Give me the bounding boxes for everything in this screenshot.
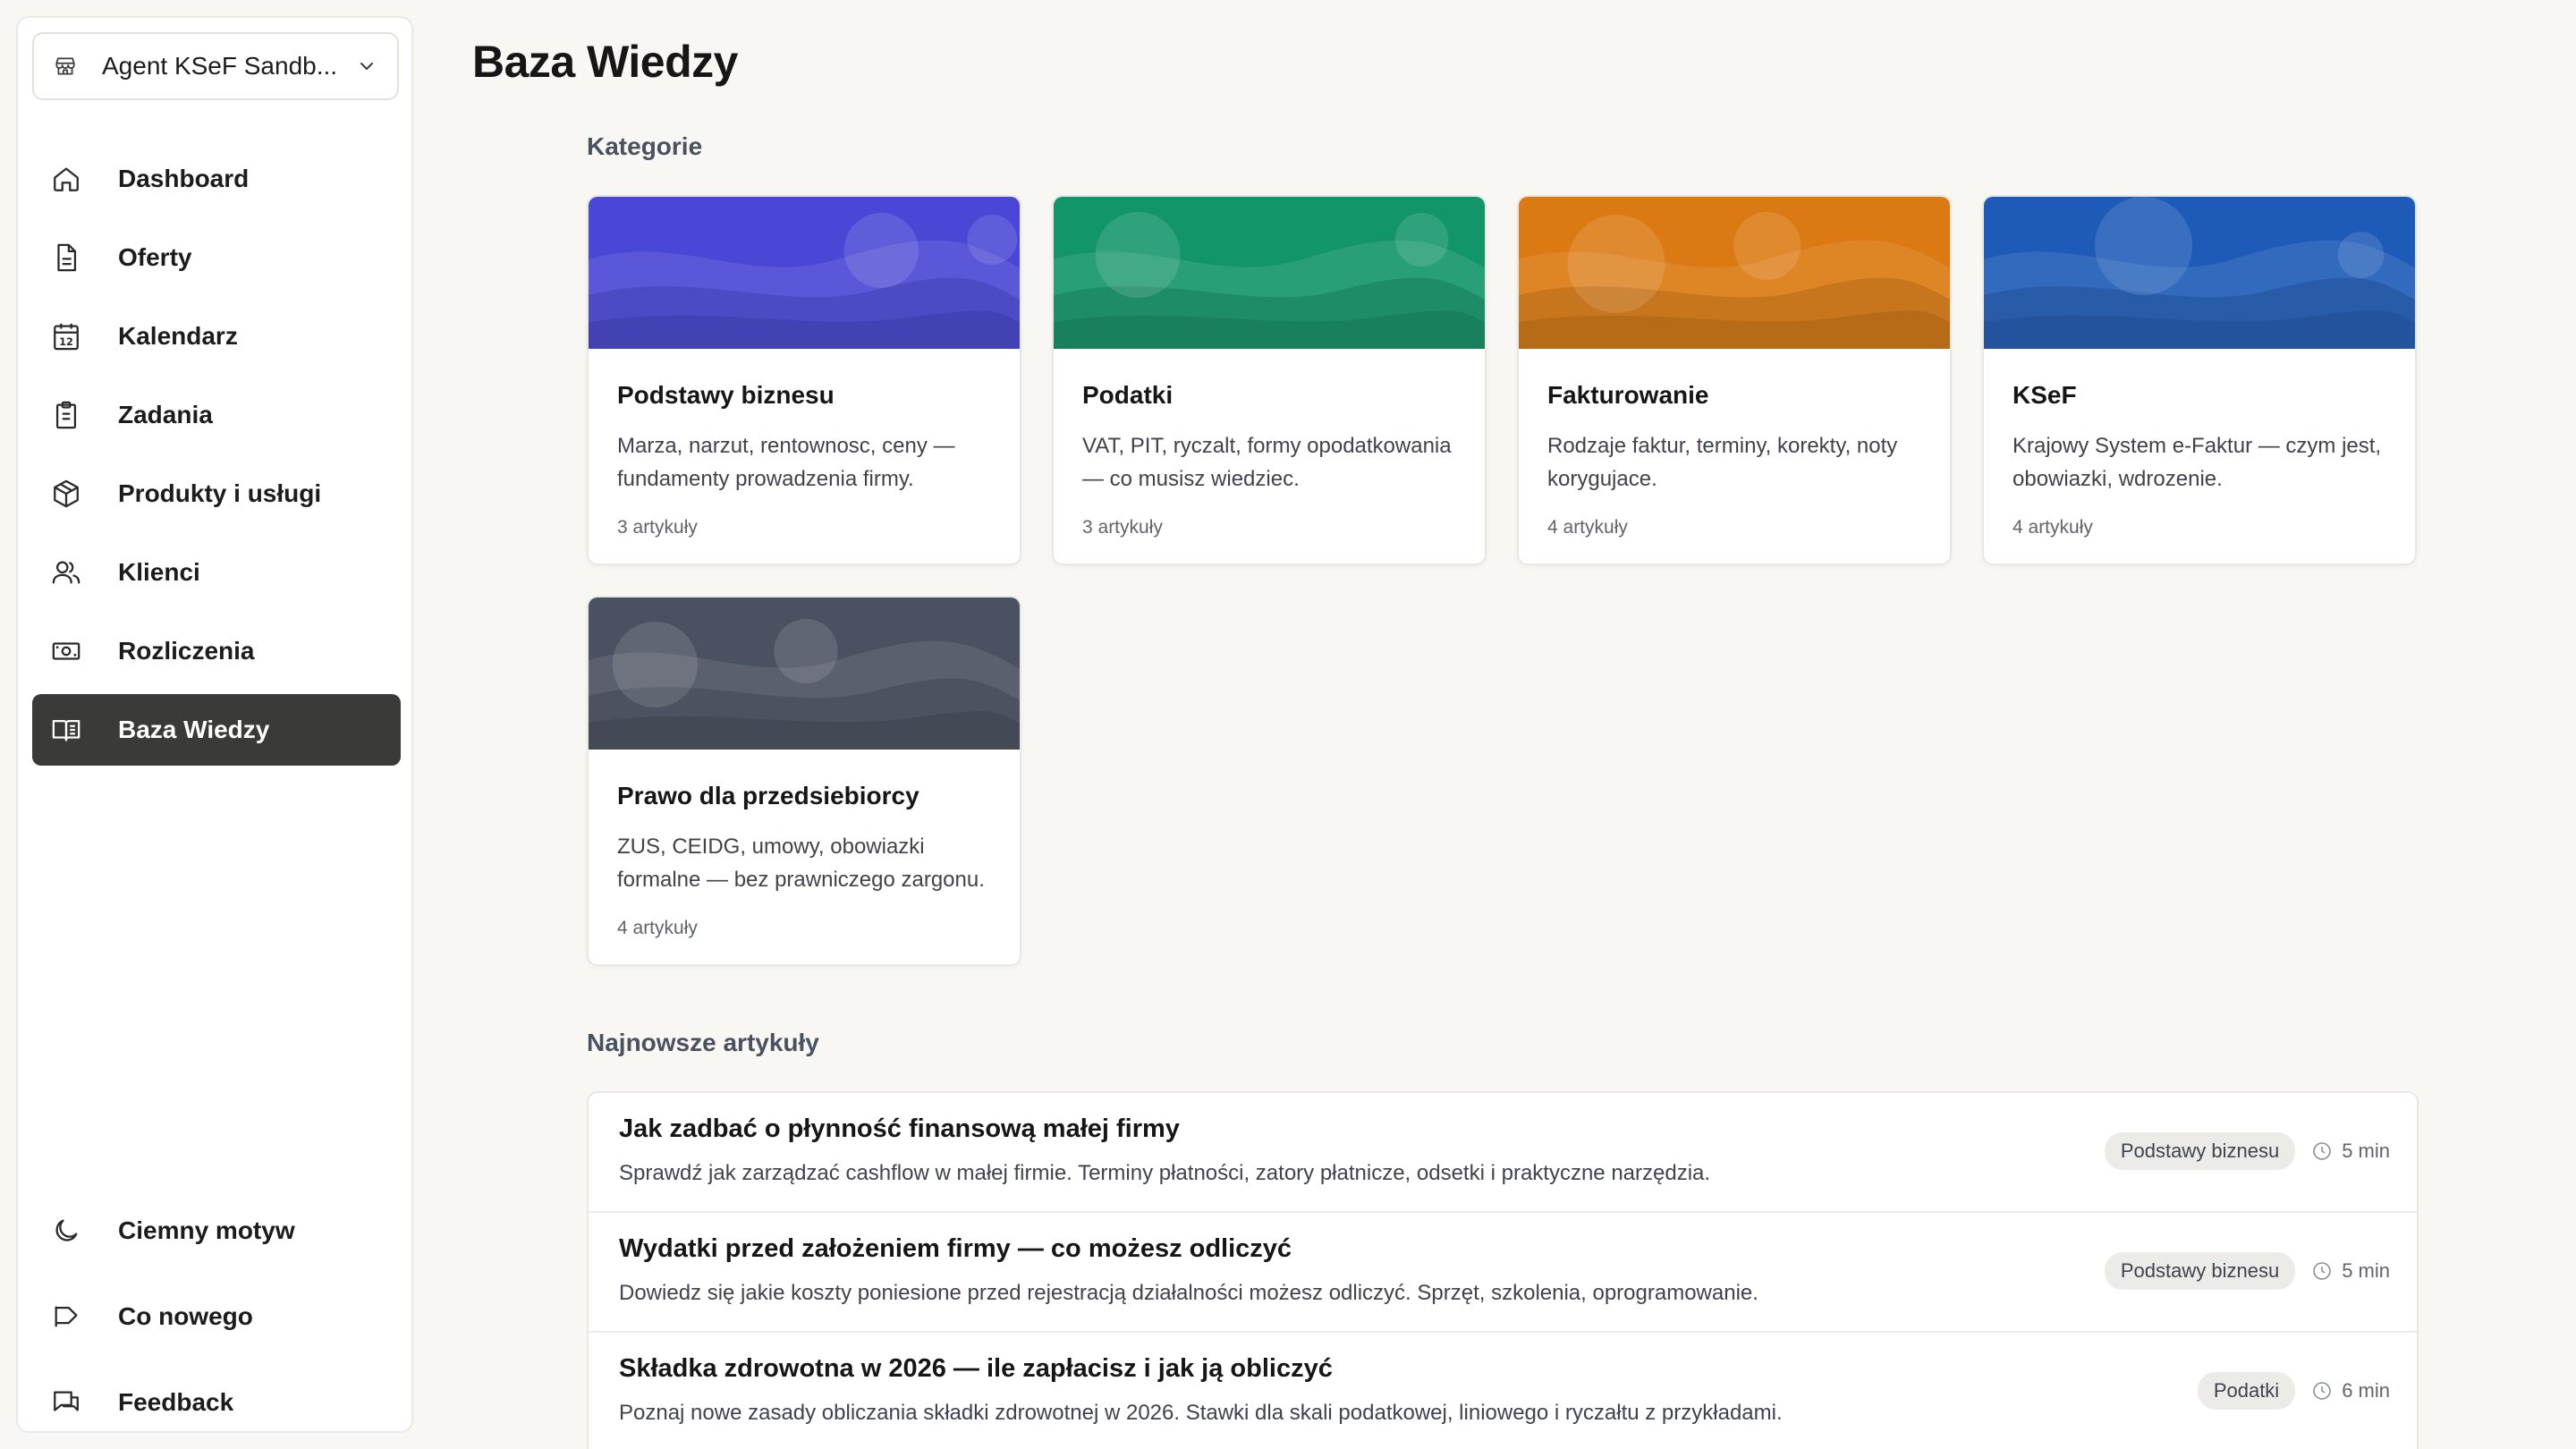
latest-articles-heading: Najnowsze artykuły [587,1029,819,1056]
sidebar-item-label: Zadania [118,401,213,428]
article-description: Poznaj nowe zasady obliczania składki zd… [619,1401,1783,1425]
chat-icon [50,1386,82,1419]
categories-heading: Kategorie [587,132,703,160]
book-icon [50,714,82,746]
article-description: Sprawdź jak zarządzać cashflow w małej f… [619,1161,1711,1185]
megaphone-icon [50,1301,82,1333]
reading-time: 6 min [2342,1379,2390,1402]
main-nav: Dashboard Oferty 12 Kalendarz Zadania Pr… [32,143,401,773]
sidebar-item-baza-wiedzy[interactable]: Baza Wiedzy [32,694,401,766]
whats-new-button[interactable]: Co nowego [32,1281,401,1352]
sidebar-item-label: Dashboard [118,165,250,192]
article-description: Dowiedz się jakie koszty poniesione prze… [619,1281,1758,1305]
sidebar-item-klienci[interactable]: Klienci [32,537,401,608]
category-description: VAT, PIT, ryczalt, formy opodatkowania —… [1082,434,1452,491]
category-title: Podstawy biznesu [617,381,835,409]
article-title: Wydatki przed założeniem firmy — co może… [619,1234,1292,1263]
category-description: Rodzaje faktur, terminy, korekty, noty k… [1547,434,1898,491]
category-card[interactable]: Prawo dla przedsiebiorcy ZUS, CEIDG, umo… [587,596,1021,966]
calendar-icon: 12 [50,320,82,352]
sidebar-item-label: Kalendarz [118,322,238,350]
reading-time: 5 min [2342,1259,2390,1282]
category-description: ZUS, CEIDG, umowy, obowiazki formalne — … [617,835,985,892]
category-tag: Podstawy biznesu [2104,1252,2296,1290]
sidebar-item-dashboard[interactable]: Dashboard [32,143,401,215]
category-article-count: 4 artykuły [1547,517,1628,538]
feedback-button[interactable]: Feedback [32,1367,401,1438]
article-row[interactable]: Jak zadbać o płynność finansową małej fi… [589,1093,2417,1213]
category-card[interactable]: Podatki VAT, PIT, ryczalt, formy opodatk… [1052,195,1487,565]
category-article-count: 4 artykuły [2012,517,2093,538]
clipboard-icon [50,399,82,431]
sidebar-footer: Ciemny motyw Co nowego Feedback [32,1195,401,1449]
article-row[interactable]: Wydatki przed założeniem firmy — co może… [589,1213,2417,1333]
category-banner [1519,197,1950,349]
users-icon [50,556,82,589]
organization-switcher[interactable]: Agent KSeF Sandb... [32,32,399,100]
category-card[interactable]: Podstawy biznesu Marza, narzut, rentowno… [587,195,1021,565]
box-icon [50,478,82,510]
reading-time: 5 min [2342,1140,2390,1162]
article-list: Jak zadbać o płynność finansową małej fi… [587,1091,2419,1449]
category-title: Podatki [1082,381,1174,409]
sidebar-item-label: Rozliczenia [118,637,255,665]
article-meta: Podstawy biznesu 5 min [2104,1132,2390,1170]
category-banner [1984,197,2415,349]
sidebar-item-label: Ciemny motyw [118,1216,295,1244]
category-banner [589,197,1020,349]
category-card[interactable]: Fakturowanie Rodzaje faktur, terminy, ko… [1517,195,1952,565]
clock-icon [2311,1260,2333,1282]
document-icon [50,242,82,274]
article-meta: Podstawy biznesu 5 min [2104,1252,2390,1290]
sidebar-item-label: Feedback [118,1388,234,1416]
category-description: Marza, narzut, rentownosc, ceny — fundam… [617,434,955,491]
article-title: Jak zadbać o płynność finansową małej fi… [619,1114,1180,1143]
money-icon [50,635,82,667]
sidebar-item-label: Produkty i usługi [118,479,322,507]
moon-icon [50,1215,82,1247]
sidebar-item-label: Klienci [118,558,200,586]
category-article-count: 3 artykuły [617,517,698,538]
category-tag: Podatki [2197,1372,2296,1410]
sidebar-item-kalendarz[interactable]: 12 Kalendarz [32,301,401,372]
sidebar-item-zadania[interactable]: Zadania [32,379,401,451]
sidebar-item-label: Co nowego [118,1302,253,1330]
article-row[interactable]: Składka zdrowotna w 2026 — ile zapłacisz… [589,1333,2417,1449]
home-icon [50,163,82,195]
sidebar-item-rozliczenia[interactable]: Rozliczenia [32,615,401,687]
chevron-down-icon [354,54,379,79]
clock-icon [2311,1380,2333,1402]
category-title: Prawo dla przedsiebiorcy [617,782,919,809]
page-title: Baza Wiedzy [472,37,738,87]
organization-name: Agent KSeF Sandb... [102,52,338,80]
category-banner [1054,197,1485,349]
category-title: KSeF [2012,381,2077,409]
sidebar: Agent KSeF Sandb... Dashboard Oferty 12 … [16,16,413,1433]
category-card[interactable]: KSeF Krajowy System e-Faktur — czym jest… [1982,195,2417,565]
svg-text:12: 12 [59,335,73,348]
category-article-count: 3 artykuły [1082,517,1163,538]
article-meta: Podatki 6 min [2197,1372,2390,1410]
category-banner [589,597,1020,750]
store-icon [52,53,79,80]
sidebar-item-oferty[interactable]: Oferty [32,222,401,293]
category-article-count: 4 artykuły [617,918,698,938]
sidebar-item-produkty[interactable]: Produkty i usługi [32,458,401,530]
category-description: Krajowy System e-Faktur — czym jest, obo… [2012,434,2382,491]
sidebar-item-label: Baza Wiedzy [118,716,270,743]
article-title: Składka zdrowotna w 2026 — ile zapłacisz… [619,1354,1333,1383]
sidebar-item-label: Oferty [118,243,192,271]
category-tag: Podstawy biznesu [2104,1132,2296,1170]
dark-mode-toggle[interactable]: Ciemny motyw [32,1195,401,1267]
category-title: Fakturowanie [1547,381,1709,409]
clock-icon [2311,1140,2333,1162]
